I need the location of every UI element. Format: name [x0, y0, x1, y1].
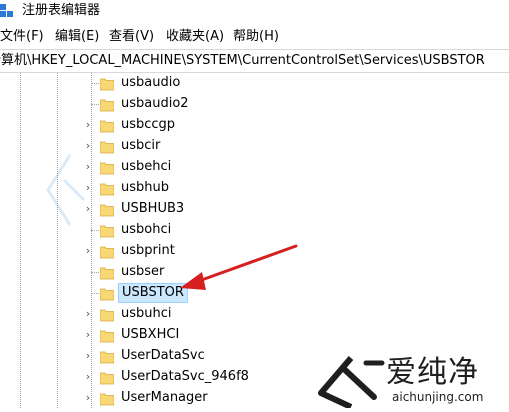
tree-connector — [91, 83, 99, 84]
watermark-logo-icon — [318, 356, 385, 410]
folder-icon — [99, 76, 115, 91]
tree-item-usbuhci[interactable]: › usbuhci — [0, 304, 509, 325]
folder-icon — [99, 307, 115, 322]
folder-icon — [99, 139, 115, 154]
tree-connector — [91, 104, 99, 105]
tree-item-label[interactable]: UserDataSvc — [118, 347, 208, 365]
tree-item-label[interactable]: usbaudio — [118, 74, 183, 92]
tree-item-label[interactable]: USBHUB3 — [118, 200, 187, 218]
menu-view[interactable]: 查看(V) — [109, 26, 154, 48]
folder-icon — [99, 202, 115, 217]
chevron-right-icon[interactable]: › — [83, 371, 93, 383]
folder-icon — [99, 265, 115, 280]
title-bar: 注册表编辑器 — [0, 0, 509, 24]
folder-icon — [99, 244, 115, 259]
tree-item-label[interactable]: usbccgp — [118, 116, 178, 134]
folder-icon — [99, 286, 115, 301]
tree-item-label[interactable]: usbehci — [118, 158, 174, 176]
folder-icon — [99, 118, 115, 133]
tree-item-usbaudio[interactable]: usbaudio — [0, 73, 509, 94]
tree-item-label[interactable]: usbuhci — [118, 305, 175, 323]
chevron-right-icon[interactable]: › — [83, 350, 93, 362]
tree-item-label[interactable]: usbhub — [118, 179, 172, 197]
address-path[interactable]: 计算机\HKEY_LOCAL_MACHINE\SYSTEM\CurrentCon… — [0, 50, 485, 72]
chevron-right-icon[interactable]: › — [83, 245, 93, 257]
tree-item-usbstor[interactable]: USBSTOR — [0, 283, 509, 304]
tree-connector — [91, 272, 99, 273]
menu-bar: 文件(F) 编辑(E) 查看(V) 收藏夹(A) 帮助(H) — [0, 26, 509, 48]
window-title: 注册表编辑器 — [22, 3, 101, 18]
folder-icon — [99, 391, 115, 406]
address-bar[interactable]: 计算机\HKEY_LOCAL_MACHINE\SYSTEM\CurrentCon… — [0, 49, 509, 73]
tree-item-usbaudio2[interactable]: usbaudio2 — [0, 94, 509, 115]
menu-help[interactable]: 帮助(H) — [233, 26, 279, 48]
watermark-logo-faint — [40, 150, 100, 230]
folder-icon — [99, 97, 115, 112]
folder-icon — [99, 160, 115, 175]
chevron-right-icon[interactable]: › — [83, 308, 93, 320]
tree-item-usbprint[interactable]: › usbprint — [0, 241, 509, 262]
tree-item-usbxhci[interactable]: › USBXHCI — [0, 325, 509, 346]
tree-connector — [91, 293, 99, 294]
tree-item-label[interactable]: UserManager — [118, 389, 211, 407]
menu-favorites[interactable]: 收藏夹(A) — [166, 26, 224, 48]
registry-editor-icon — [0, 3, 14, 19]
tree-item-label[interactable]: usbser — [118, 263, 167, 281]
tree-item-label-selected[interactable]: USBSTOR — [118, 283, 188, 303]
tree-item-label[interactable]: usbcir — [118, 137, 163, 155]
folder-icon — [99, 370, 115, 385]
chevron-right-icon[interactable]: › — [83, 392, 93, 404]
tree-item-label[interactable]: UserDataSvc_946f8 — [118, 368, 252, 386]
folder-icon — [99, 349, 115, 364]
watermark-brand-name: 爱纯净 — [386, 355, 479, 390]
tree-item-label[interactable]: usbohci — [118, 221, 174, 239]
chevron-right-icon[interactable]: › — [83, 329, 93, 341]
folder-icon — [99, 181, 115, 196]
tree-item-usbccgp[interactable]: › usbccgp — [0, 115, 509, 136]
folder-icon — [99, 223, 115, 238]
menu-file[interactable]: 文件(F) — [0, 26, 44, 48]
watermark-url: aichunjing.com — [392, 390, 484, 404]
tree-item-label[interactable]: USBXHCI — [118, 326, 182, 344]
chevron-right-icon[interactable]: › — [83, 119, 93, 131]
tree-item-usbser[interactable]: usbser — [0, 262, 509, 283]
folder-icon — [99, 328, 115, 343]
tree-item-label[interactable]: usbaudio2 — [118, 95, 192, 113]
tree-item-label[interactable]: usbprint — [118, 242, 178, 260]
menu-edit[interactable]: 编辑(E) — [55, 26, 99, 48]
tree-connector — [91, 230, 99, 231]
